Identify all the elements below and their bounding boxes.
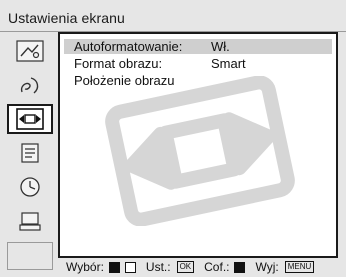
exit-hint-label: Wyj: (255, 260, 279, 274)
picture-adjust-icon (16, 40, 44, 62)
picture-position-label: Położenie obrazu (74, 73, 175, 88)
menu-item-picture-format[interactable]: Format obrazu: Smart (74, 56, 246, 71)
settings-panel: Autoformatowanie: Wł. Format obrazu: Sma… (58, 32, 338, 258)
back-hint-label: Cof.: (204, 260, 230, 274)
screen-settings-menu: Ustawienia ekranu Autoformatowanie: Wł. … (0, 0, 346, 277)
autoformat-value: Wł. (211, 39, 230, 54)
menu-item-autoformat[interactable]: Autoformatowanie: Wł. (64, 39, 332, 54)
sound-icon (20, 77, 39, 94)
set-hint-label: Ust.: (145, 260, 171, 274)
menu-title: Ustawienia ekranu (8, 10, 125, 26)
timer-icon (20, 177, 40, 197)
sidebar-item-setup[interactable] (7, 138, 53, 168)
menu-item-picture-position[interactable]: Położenie obrazu (74, 73, 174, 88)
autoformat-label: Autoformatowanie: (74, 39, 183, 54)
menu-sidebar (4, 36, 54, 270)
sidebar-item-sound[interactable] (7, 70, 53, 100)
menu-footer: Wybór: Ust.: OK Cof.: Wyj: MENU (66, 260, 315, 274)
up-arrow-icon (108, 261, 120, 273)
ok-key: OK (176, 261, 195, 273)
screen-watermark-icon (105, 76, 295, 226)
sidebar-item-timer[interactable] (7, 172, 53, 202)
picture-format-label: Format obrazu: (74, 56, 163, 71)
sidebar-item-pc[interactable] (7, 206, 53, 236)
sidebar-empty-slot (7, 242, 53, 270)
menu-key: MENU (284, 261, 315, 273)
left-arrow-icon (234, 261, 246, 273)
screen-control-icon (16, 108, 44, 130)
select-hint-label: Wybór: (66, 260, 104, 274)
picture-format-value: Smart (211, 56, 246, 71)
pc-settings-icon (19, 212, 41, 231)
setup-icon (21, 143, 39, 163)
down-arrow-icon (124, 261, 136, 273)
sidebar-item-picture[interactable] (7, 36, 53, 66)
sidebar-item-screen[interactable] (7, 104, 53, 134)
